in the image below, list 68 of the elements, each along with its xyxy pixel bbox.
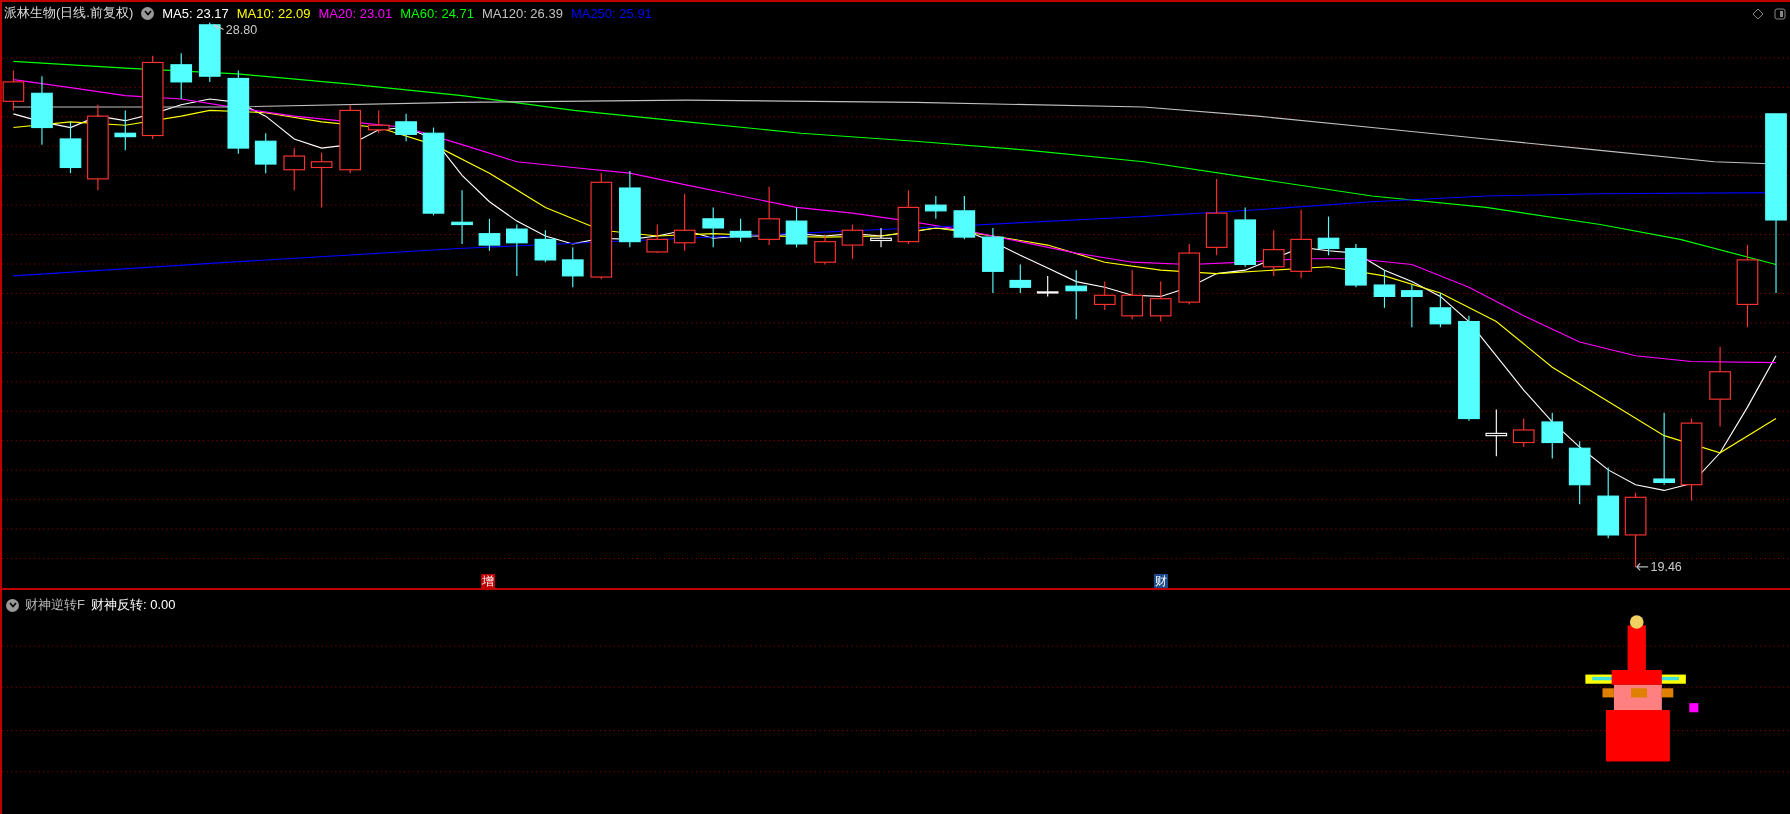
candlestick: [814, 235, 836, 266]
candlestick: [1093, 281, 1116, 311]
candlestick: [897, 189, 920, 245]
moving-average-value: MA250: 25.91: [570, 5, 652, 21]
candlestick: [953, 195, 976, 240]
candlestick: [982, 227, 1004, 294]
candlestick: [1541, 412, 1564, 460]
candlestick: [478, 218, 501, 252]
indicator-name: 财神逆转F: [25, 596, 85, 614]
stock-title: 派林生物(日线.前复权): [4, 4, 134, 22]
candlestick: [367, 109, 390, 134]
candlestick: [758, 186, 780, 246]
candlestick: [1121, 269, 1143, 320]
candlestick: [1597, 467, 1620, 539]
candlestick: [534, 229, 557, 263]
candlestick: [1373, 269, 1396, 309]
dropdown-icon[interactable]: [6, 598, 19, 612]
signal-marker: 增: [481, 574, 496, 588]
candlestick: [31, 75, 53, 146]
candlestick: [1009, 263, 1032, 294]
moving-average-value: MA10: 22.09: [236, 5, 311, 21]
candlestick: [1178, 243, 1201, 305]
candlestick: [310, 152, 333, 208]
candlestick: [702, 206, 725, 248]
candlestick: [1234, 206, 1257, 268]
candlestick: [646, 223, 669, 254]
candlestick: [254, 132, 277, 174]
candlestick: [1149, 281, 1172, 323]
indicator-reading: 财神反转: 0.00: [90, 596, 176, 614]
candlestick: [1485, 408, 1508, 457]
candlestick: [841, 223, 864, 260]
candlestick: [561, 246, 584, 288]
candlestick: [506, 223, 528, 277]
candlestick: [785, 206, 808, 248]
candlestick: [1036, 275, 1059, 297]
candlestick: [59, 121, 82, 174]
arrow-icon: [213, 24, 225, 30]
candlestick: [1262, 229, 1285, 277]
low-price-label: 19.46: [1650, 560, 1682, 575]
moving-average-value: MA20: 23.01: [318, 5, 393, 21]
candlestick: [1345, 243, 1367, 288]
candlestick: [395, 113, 417, 142]
moving-average-value: MA120: 26.39: [481, 5, 563, 21]
candlestick: [1429, 292, 1452, 328]
diamond-icon[interactable]: [1752, 8, 1764, 20]
candlestick: [1401, 284, 1423, 328]
candlestick: [198, 21, 221, 83]
moving-average-value: MA5: 23.17: [162, 5, 229, 21]
candlestick: [729, 218, 752, 243]
candlestick: [170, 52, 193, 100]
panel-icon[interactable]: [1774, 8, 1786, 20]
candlestick: [1290, 209, 1312, 279]
arrow-icon: [1636, 562, 1649, 571]
candlestick: [1512, 417, 1535, 448]
candlestick: [1317, 216, 1340, 256]
candlestick: [283, 147, 306, 191]
moving-average-value: MA60: 24.71: [400, 5, 474, 21]
dropdown-icon[interactable]: [141, 6, 155, 20]
candlestick: [673, 193, 696, 252]
candlestick: [451, 189, 473, 245]
signal-marker: 财: [1153, 574, 1168, 588]
candlestick: [870, 227, 892, 248]
high-price-label: 28.80: [225, 22, 258, 37]
candlestick: [924, 195, 947, 220]
candlestick: [114, 109, 137, 151]
candlestick: [339, 104, 362, 174]
candlestick: [1065, 269, 1088, 320]
candlestick: [1568, 440, 1591, 505]
